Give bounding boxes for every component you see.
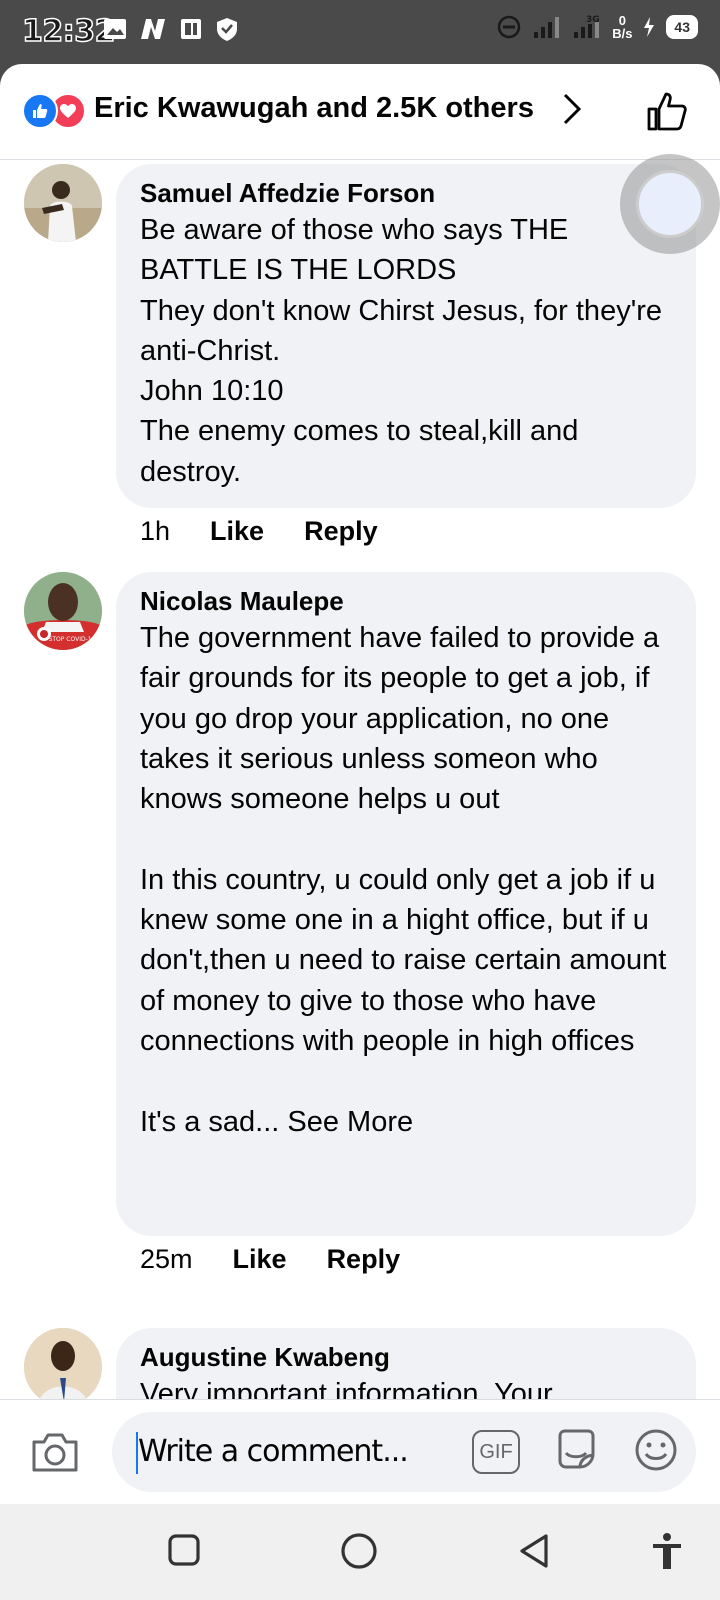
floating-assistive-icon bbox=[636, 170, 704, 238]
comment-like-button[interactable]: Like bbox=[210, 516, 264, 547]
comment-input-placeholder: Write a comment... bbox=[138, 1434, 409, 1469]
avatar[interactable] bbox=[24, 1328, 102, 1406]
comment-text: Be aware of those who says THE BATTLE IS… bbox=[140, 214, 663, 488]
floating-assistive-button[interactable] bbox=[620, 154, 720, 254]
status-bar: 12:32 3G 0 B/s 43 bbox=[0, 0, 720, 64]
reactions-summary[interactable]: Eric Kwawugah and 2.5K others bbox=[94, 92, 534, 125]
comment-author[interactable]: Nicolas Maulepe bbox=[140, 584, 672, 618]
shield-icon bbox=[214, 16, 240, 42]
sticker-icon[interactable] bbox=[552, 1426, 600, 1479]
reaction-icons bbox=[22, 93, 86, 129]
comment-like-button[interactable]: Like bbox=[233, 1244, 287, 1275]
battery-icon: 43 bbox=[666, 15, 698, 39]
gif-button[interactable]: GIF bbox=[472, 1430, 520, 1474]
comment-author[interactable]: Samuel Affedzie Forson bbox=[140, 176, 672, 210]
chevron-right-icon[interactable] bbox=[560, 92, 584, 131]
charging-icon bbox=[642, 16, 656, 38]
comments-panel: Eric Kwawugah and 2.5K others Samuel Aff… bbox=[0, 64, 720, 1600]
comment-time[interactable]: 1h bbox=[140, 516, 170, 547]
back-icon[interactable] bbox=[516, 1532, 552, 1575]
comment-author[interactable]: Augustine Kwabeng bbox=[140, 1340, 672, 1374]
comment-input[interactable]: Write a comment... GIF bbox=[112, 1412, 696, 1492]
net-speed-indicator: 0 B/s bbox=[612, 14, 632, 40]
like-button[interactable] bbox=[645, 89, 689, 138]
signal-icon: 3G bbox=[572, 14, 602, 40]
comment-reply-button[interactable]: Reply bbox=[327, 1244, 401, 1275]
avatar[interactable]: STOP COVID-19 bbox=[24, 572, 102, 650]
accessibility-icon[interactable] bbox=[650, 1532, 684, 1575]
system-nav-bar bbox=[0, 1504, 720, 1600]
net-speed-unit: B/s bbox=[612, 26, 633, 41]
comment-actions: 1h Like Reply bbox=[140, 516, 378, 547]
comment-bubble: Samuel Affedzie Forson Be aware of those… bbox=[116, 164, 696, 508]
home-icon[interactable] bbox=[340, 1532, 378, 1575]
signal-icon bbox=[532, 14, 562, 40]
see-more-link[interactable]: See More bbox=[287, 1106, 413, 1138]
comment-time[interactable]: 25m bbox=[140, 1244, 193, 1275]
comment-actions: 25m Like Reply bbox=[140, 1244, 400, 1275]
emoji-icon[interactable] bbox=[632, 1426, 680, 1479]
comment-text: The government have failed to provide a … bbox=[140, 618, 672, 1142]
avatar[interactable] bbox=[24, 164, 102, 242]
news-icon bbox=[178, 16, 204, 42]
recents-icon[interactable] bbox=[166, 1532, 202, 1573]
do-not-disturb-icon bbox=[496, 14, 522, 40]
comment-bubble: Nicolas Maulepe The government have fail… bbox=[116, 572, 696, 1236]
comment-reply-button[interactable]: Reply bbox=[304, 516, 378, 547]
comment-composer: Write a comment... GIF bbox=[0, 1399, 720, 1505]
n-app-icon bbox=[138, 16, 168, 42]
comment-text-body: The government have failed to provide a … bbox=[140, 622, 667, 1138]
like-reaction-icon bbox=[22, 93, 58, 129]
image-icon bbox=[102, 16, 128, 42]
reactions-bar[interactable]: Eric Kwawugah and 2.5K others bbox=[0, 64, 720, 160]
svg-text:STOP COVID-19: STOP COVID-19 bbox=[49, 636, 96, 643]
camera-icon[interactable] bbox=[30, 1430, 80, 1479]
